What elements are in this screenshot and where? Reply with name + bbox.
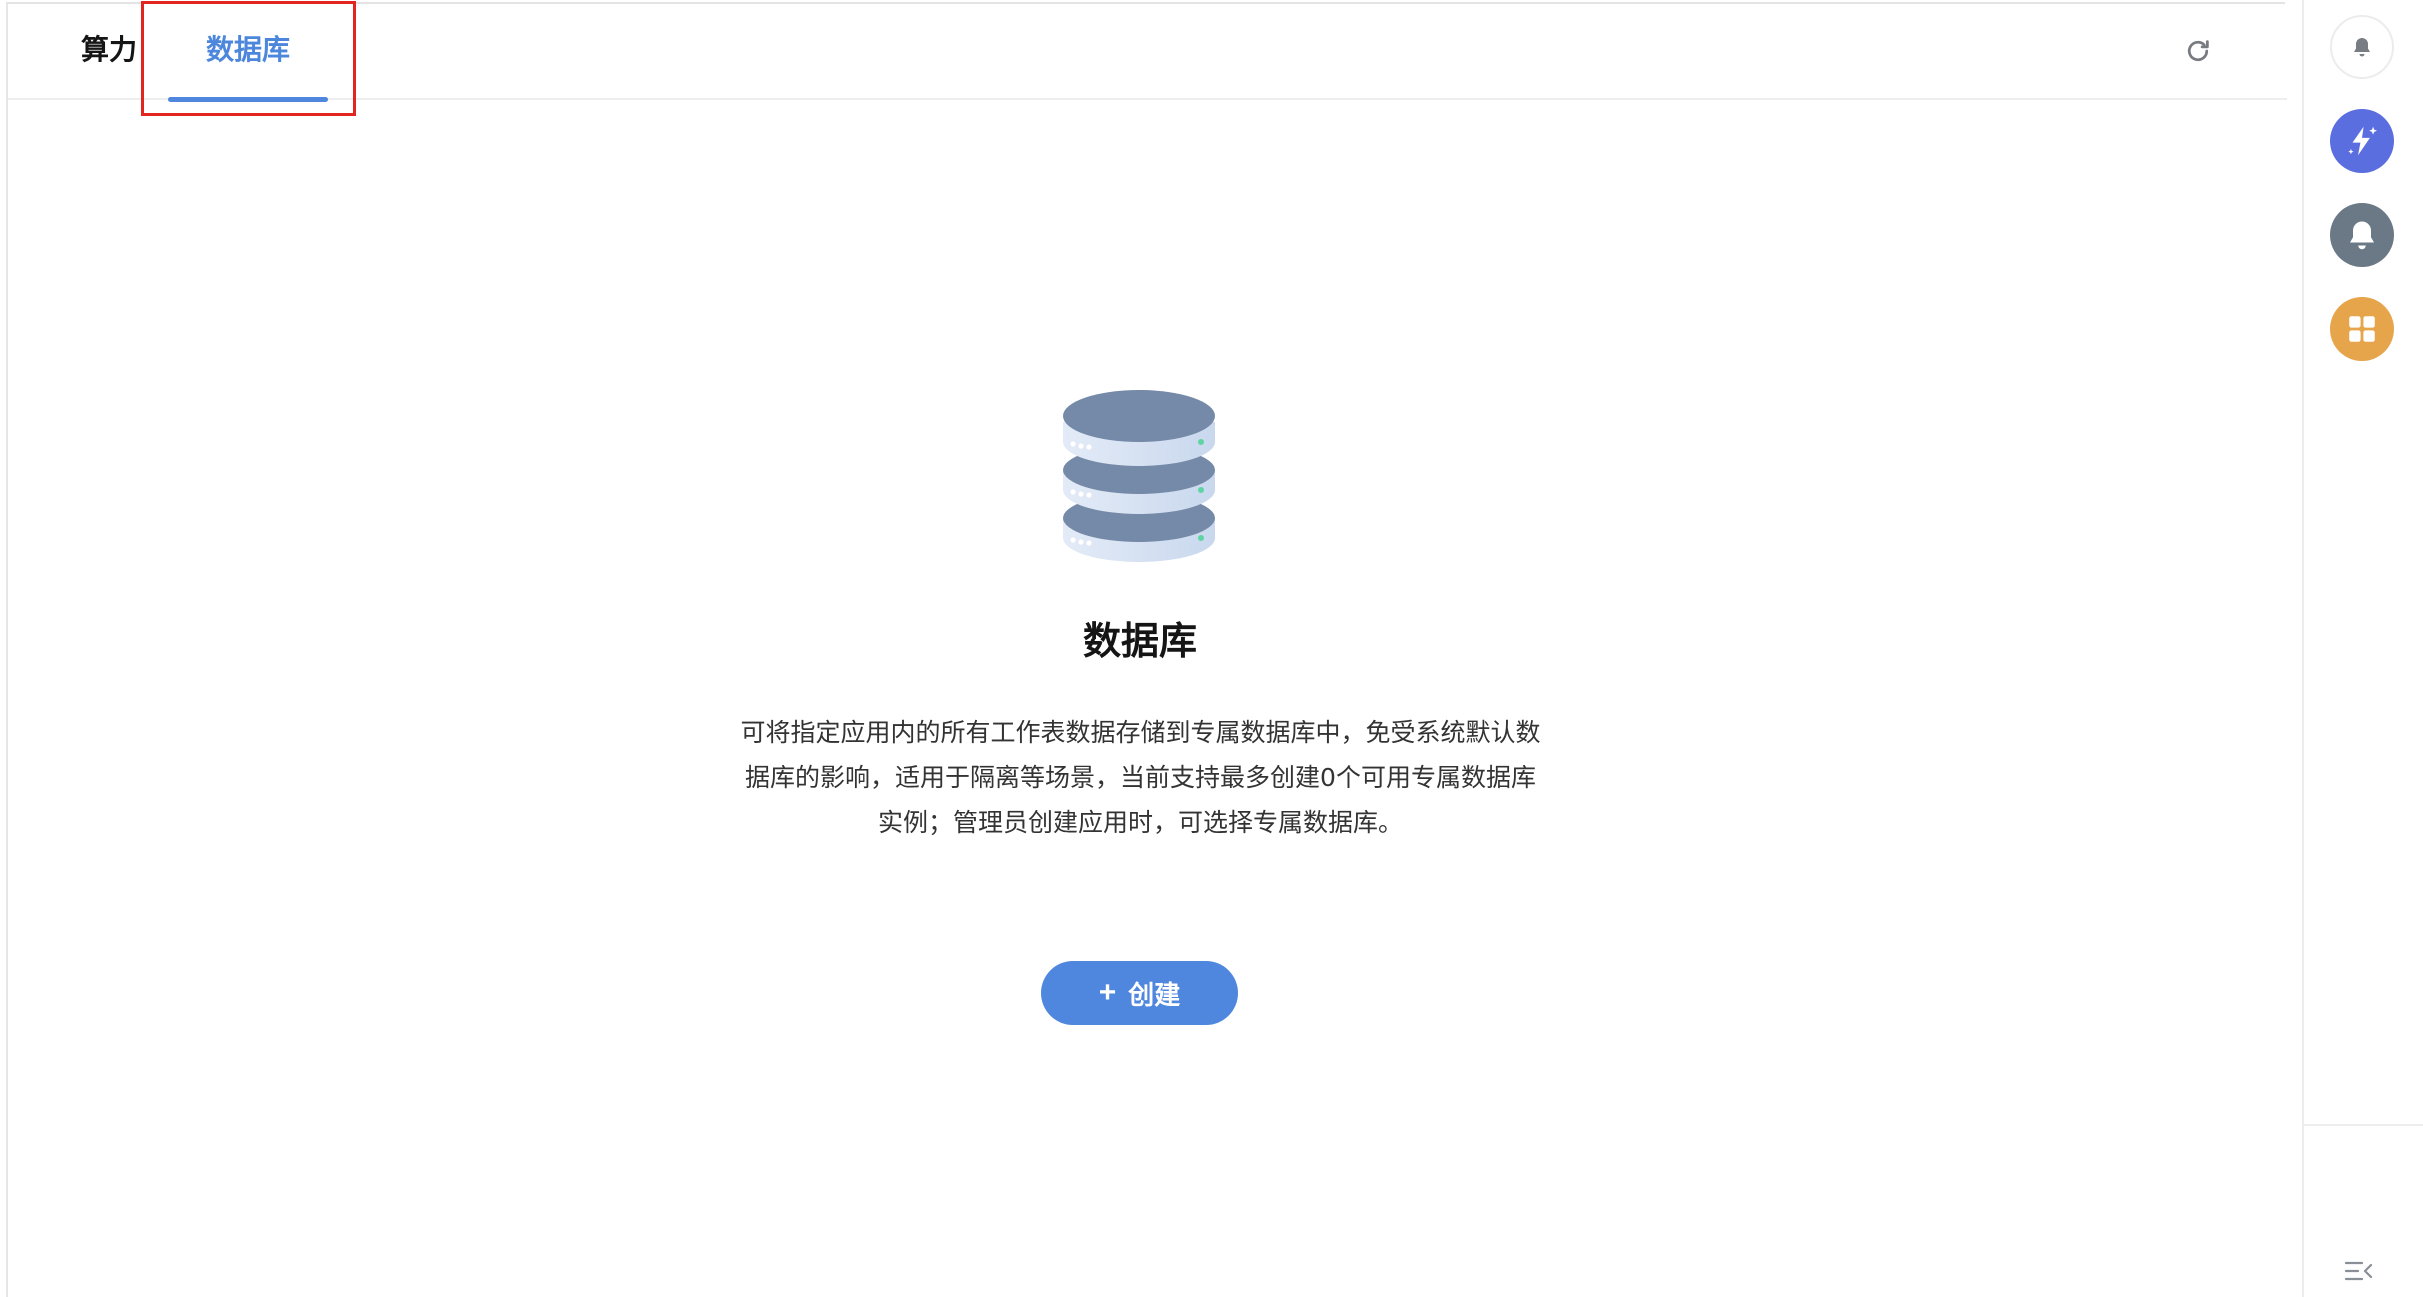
ai-assistant-button[interactable]: [2330, 109, 2394, 173]
active-tab-indicator: [168, 97, 328, 102]
empty-state-description: 可将指定应用内的所有工作表数据存储到专属数据库中，免受系统默认数 据库的影响，适…: [738, 710, 1543, 845]
bell-icon: [2350, 221, 2374, 250]
description-line: 可将指定应用内的所有工作表数据存储到专属数据库中，免受系统默认数: [740, 718, 1541, 747]
app-root: 算力 数据库 数据库 可将指定应用内的所有工作表数据存储到专属数据库中，免受系统…: [0, 0, 2423, 1297]
description-line: 实例；管理员创建应用时，可选择专属数据库。: [877, 808, 1403, 837]
tab-database-label: 数据库: [205, 33, 290, 66]
tab-database[interactable]: 数据库: [168, 4, 328, 102]
create-button-label: 创建: [1128, 979, 1181, 1010]
collapse-menu-icon: [2344, 1261, 2373, 1281]
notification-button[interactable]: [2330, 15, 2394, 79]
plus-icon: +: [1098, 976, 1117, 1009]
right-rail: [2302, 0, 2423, 1297]
tab-compute-label: 算力: [80, 33, 137, 66]
sparkle-bolt-icon: [2348, 126, 2378, 156]
create-button[interactable]: + 创建: [1041, 961, 1238, 1025]
grid-icon: [2349, 316, 2375, 342]
empty-state-title: 数据库: [1082, 619, 1197, 663]
rail-divider: [2304, 1124, 2423, 1126]
tab-header: 算力 数据库: [8, 4, 2287, 102]
main-panel: 算力 数据库 数据库 可将指定应用内的所有工作表数据存储到专属数据库中，免受系统…: [6, 2, 2287, 1297]
message-button[interactable]: [2330, 203, 2394, 267]
database-illustration-icon: [1063, 390, 1215, 562]
refresh-button[interactable]: [2178, 31, 2218, 71]
collapse-button[interactable]: [2342, 1257, 2376, 1285]
tab-compute[interactable]: 算力: [76, 4, 142, 100]
refresh-icon: [2187, 40, 2209, 62]
apps-button[interactable]: [2330, 297, 2394, 361]
description-line: 据库的影响，适用于隔离等场景，当前支持最多创建0个可用专属数据库: [745, 763, 1536, 792]
bell-icon: [2354, 38, 2370, 57]
